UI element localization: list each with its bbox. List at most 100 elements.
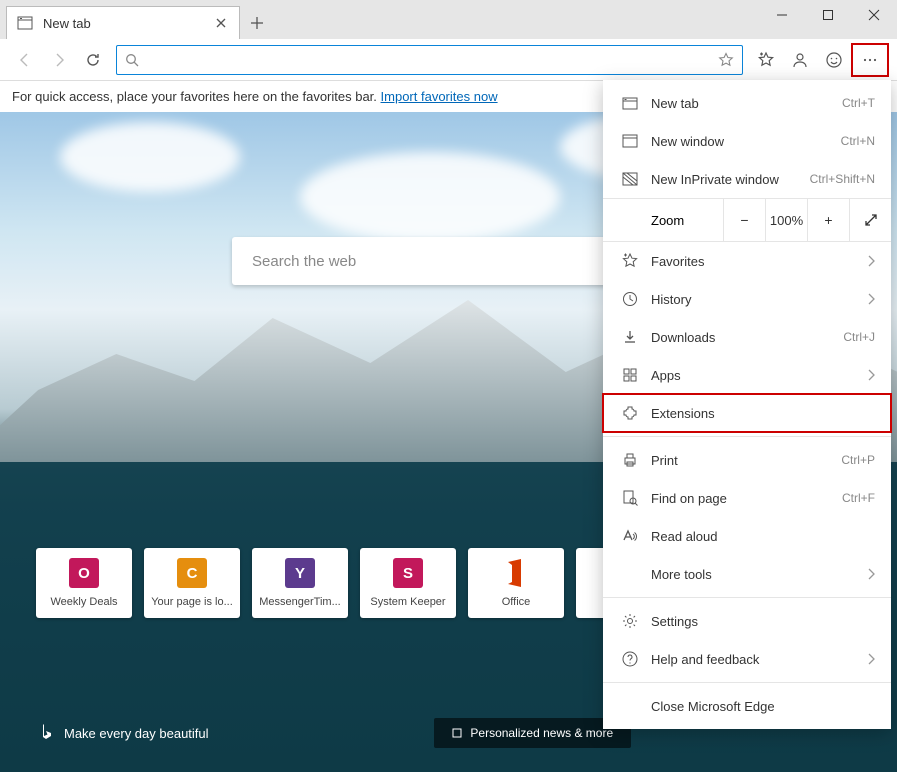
chevron-right-icon [867,255,875,267]
zoom-in-button[interactable]: + [807,198,849,242]
profile-button[interactable] [783,43,817,77]
quick-link-tile[interactable]: OWeekly Deals [36,548,132,618]
quick-link-tile[interactable]: YMessengerTim... [252,548,348,618]
chevron-right-icon [867,293,875,305]
quick-link-tile[interactable]: SSystem Keeper [360,548,456,618]
chevron-right-icon [867,369,875,381]
search-card[interactable]: Search the web [232,237,662,285]
import-favorites-link[interactable]: Import favorites now [381,89,498,104]
search-icon [125,53,139,67]
back-button[interactable] [8,43,42,77]
menu-shortcut: Ctrl+P [841,453,875,467]
menu-item-apps[interactable]: Apps [603,356,891,394]
tab-close-button[interactable] [213,15,229,31]
window-close-button[interactable] [851,0,897,30]
menu-item-downloads[interactable]: DownloadsCtrl+J [603,318,891,356]
help-icon [619,650,641,668]
menu-item-new-inprivate-window[interactable]: New InPrivate windowCtrl+Shift+N [603,160,891,198]
menu-item-print[interactable]: PrintCtrl+P [603,441,891,479]
tab-page-icon [17,15,33,31]
window-icon [619,132,641,150]
zoom-label: Zoom [651,213,723,228]
ext-icon [619,404,641,422]
menu-item-label: Help and feedback [651,652,867,667]
menu-item-more-tools[interactable]: More tools [603,555,891,593]
tile-label: MessengerTim... [258,596,342,608]
menu-item-close-microsoft-edge[interactable]: Close Microsoft Edge [603,687,891,725]
new-tab-button[interactable] [240,6,274,39]
menu-shortcut: Ctrl+Shift+N [810,172,875,186]
menu-item-find-on-page[interactable]: Find on pageCtrl+F [603,479,891,517]
menu-item-new-tab[interactable]: New tabCtrl+T [603,84,891,122]
titlebar: New tab [0,0,897,39]
menu-item-favorites[interactable]: Favorites [603,242,891,280]
menu-item-label: Favorites [651,254,867,269]
menu-item-label: Print [651,453,841,468]
menu-shortcut: Ctrl+N [841,134,875,148]
feedback-button[interactable] [817,43,851,77]
fav-icon [619,252,641,270]
menu-zoom-row: Zoom − 100% + [603,198,891,242]
refresh-button[interactable] [76,43,110,77]
bing-icon [40,723,54,743]
download-icon [619,328,641,346]
menu-item-label: More tools [651,567,867,582]
menu-item-label: Close Microsoft Edge [651,699,875,714]
menu-item-new-window[interactable]: New windowCtrl+N [603,122,891,160]
window-controls [759,0,897,39]
toolbar [0,39,897,81]
menu-item-label: Extensions [651,406,875,421]
menu-item-label: Downloads [651,330,843,345]
menu-item-settings[interactable]: Settings [603,602,891,640]
window-minimize-button[interactable] [759,0,805,30]
chevron-right-icon [867,653,875,665]
menu-shortcut: Ctrl+J [843,330,875,344]
bing-tagline[interactable]: Make every day beautiful [40,723,209,743]
address-input[interactable] [147,52,718,67]
quick-links-row: OWeekly DealsCYour page is lo...YMesseng… [36,548,672,618]
quick-link-tile[interactable]: Office [468,548,564,618]
favorite-star-icon[interactable] [718,52,734,68]
menu-item-history[interactable]: History [603,280,891,318]
window-maximize-button[interactable] [805,0,851,30]
history-icon [619,290,641,308]
bing-tagline-text: Make every day beautiful [64,726,209,741]
menu-item-help-and-feedback[interactable]: Help and feedback [603,640,891,678]
tab-icon [619,94,641,112]
tile-label: Office [474,596,558,608]
favorites-button[interactable] [749,43,783,77]
menu-item-label: Settings [651,614,875,629]
browser-tab[interactable]: New tab [6,6,240,39]
tile-label: Weekly Deals [42,596,126,608]
menu-item-extensions[interactable]: Extensions [603,394,891,432]
news-toggle-button[interactable]: Personalized news & more [434,718,631,748]
fullscreen-button[interactable] [849,198,891,242]
menu-item-label: New InPrivate window [651,172,810,187]
menu-item-label: Read aloud [651,529,875,544]
settings-icon [619,612,641,630]
forward-button[interactable] [42,43,76,77]
find-icon [619,489,641,507]
zoom-value: 100% [765,198,807,242]
favorites-hint-text: For quick access, place your favorites h… [12,89,377,104]
menu-item-label: New tab [651,96,842,111]
apps-icon [619,366,641,384]
tile-label: Your page is lo... [150,596,234,608]
menu-item-label: History [651,292,867,307]
menu-item-read-aloud[interactable]: Read aloud [603,517,891,555]
menu-item-label: New window [651,134,841,149]
more-menu-button[interactable] [851,43,889,77]
inprivate-icon [619,170,641,188]
menu-shortcut: Ctrl+F [842,491,875,505]
search-card-placeholder: Search the web [252,253,356,270]
read-icon [619,527,641,545]
address-bar[interactable] [116,45,743,75]
quick-link-tile[interactable]: CYour page is lo... [144,548,240,618]
tile-label: System Keeper [366,596,450,608]
zoom-out-button[interactable]: − [723,198,765,242]
tab-title: New tab [43,16,213,31]
menu-shortcut: Ctrl+T [842,96,875,110]
news-button-label: Personalized news & more [470,726,613,740]
news-icon [452,728,462,738]
print-icon [619,451,641,469]
